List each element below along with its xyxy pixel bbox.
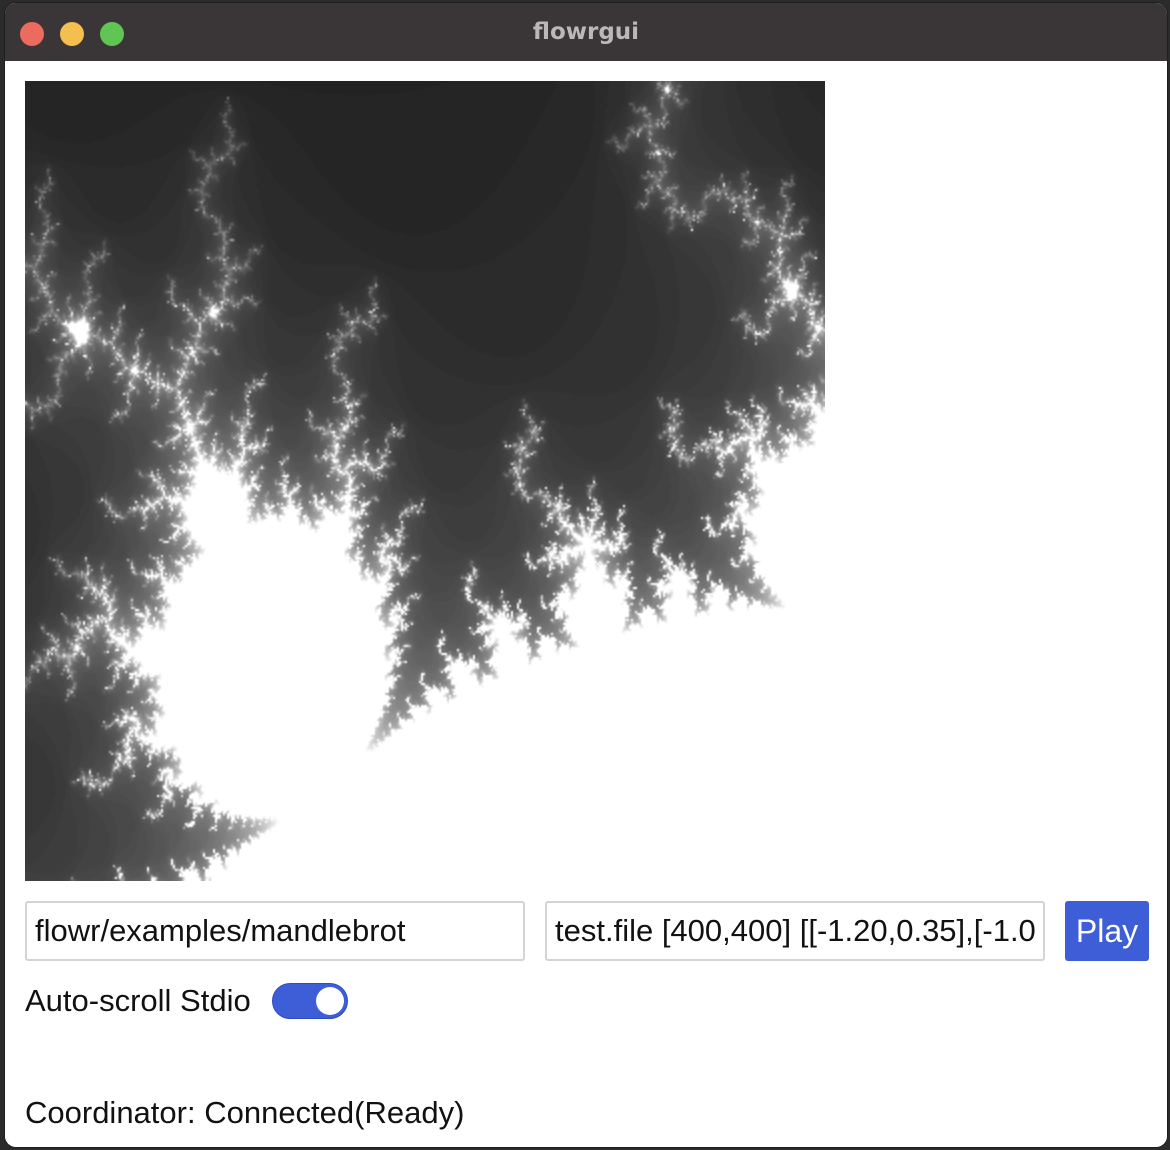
toggle-knob xyxy=(316,987,344,1015)
app-window: flowrgui Play Auto-scroll Stdio Coordina… xyxy=(4,2,1168,1148)
mandelbrot-image xyxy=(25,81,825,881)
play-button[interactable]: Play xyxy=(1065,901,1149,961)
autoscroll-toggle[interactable] xyxy=(272,983,348,1019)
autoscroll-label: Auto-scroll Stdio xyxy=(25,983,251,1018)
coordinator-status: Coordinator: Connected(Ready) xyxy=(25,1095,465,1130)
window-title: flowrgui xyxy=(532,19,640,45)
title-bar[interactable]: flowrgui xyxy=(5,3,1167,62)
flow-args-input[interactable] xyxy=(545,901,1045,961)
main-content: Play Auto-scroll Stdio Coordinator: Conn… xyxy=(5,61,1167,1147)
flow-path-input[interactable] xyxy=(25,901,525,961)
